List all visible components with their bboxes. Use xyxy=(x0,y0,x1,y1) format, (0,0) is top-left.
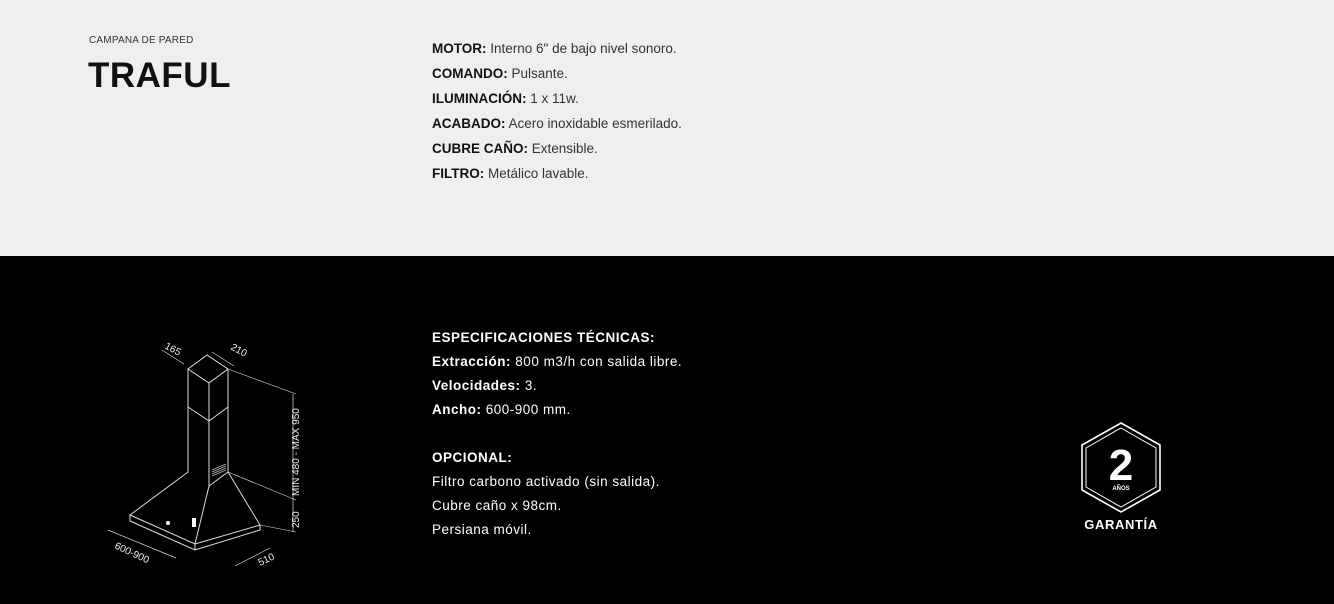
feature-value: Metálico lavable. xyxy=(488,166,589,181)
spec-extraccion: Extracción: 800 m3/h con salida libre. xyxy=(432,353,682,377)
feature-value: Pulsante. xyxy=(511,66,568,81)
product-header-section: CAMPANA DE PARED TRAFUL MOTOR: Interno 6… xyxy=(0,0,1334,256)
dimension-label-600-900: 600-900 xyxy=(113,541,151,567)
feature-cubre-cano: CUBRE CAÑO: Extensible. xyxy=(432,140,682,165)
product-title: TRAFUL xyxy=(88,56,231,95)
warranty-label: GARANTÍA xyxy=(1084,517,1158,532)
control-button xyxy=(166,521,170,525)
canopy-edge xyxy=(194,485,210,545)
dimension-label-210: 210 xyxy=(229,342,249,360)
spec-label: Velocidades: xyxy=(432,378,521,393)
vent-grille xyxy=(211,463,227,477)
dimension-label-250: 250 xyxy=(291,511,302,528)
feature-list: MOTOR: Interno 6" de bajo nivel sonoro. … xyxy=(432,40,682,190)
spec-value: 3. xyxy=(524,378,538,393)
feature-label: FILTRO: xyxy=(432,166,485,181)
specifications-block: ESPECIFICACIONES TÉCNICAS: Extracción: 8… xyxy=(432,329,682,545)
feature-label: MOTOR: xyxy=(432,41,487,56)
feature-label: ACABADO: xyxy=(432,116,506,131)
optional-heading: OPCIONAL: xyxy=(432,449,682,473)
product-category: CAMPANA DE PARED xyxy=(89,35,194,46)
canopy-edge xyxy=(129,471,189,516)
optional-item: Cubre caño x 98cm. xyxy=(432,498,562,513)
light-switch xyxy=(192,518,196,527)
dimension-label-510: 510 xyxy=(257,552,277,569)
spec-ancho: Ancho: 600-900 mm. xyxy=(432,401,682,425)
feature-value: Acero inoxidable esmerilado. xyxy=(508,116,682,131)
spec-value: 600-900 mm. xyxy=(485,402,571,417)
warranty-years: 2 xyxy=(1109,441,1133,490)
dimension-label-chimney-height: MIN 480 - MAX 950 xyxy=(291,408,302,496)
feature-value: Extensible. xyxy=(531,141,598,156)
spec-value: 800 m3/h con salida libre. xyxy=(515,354,683,369)
feature-label: COMANDO: xyxy=(432,66,508,81)
feature-motor: MOTOR: Interno 6" de bajo nivel sonoro. xyxy=(432,40,682,65)
feature-value: 1 x 11w. xyxy=(530,91,579,106)
warranty-unit: AÑOS xyxy=(1112,485,1129,492)
spec-label: Ancho: xyxy=(432,402,482,417)
chimney-top-outline xyxy=(187,354,229,384)
optional-heading-text: OPCIONAL: xyxy=(432,450,513,465)
feature-filtro: FILTRO: Metálico lavable. xyxy=(432,165,682,190)
feature-acabado: ACABADO: Acero inoxidable esmerilado. xyxy=(432,115,682,140)
hood-dimension-drawing: 165 210 MIN 480 - MAX 950 250 600-900 51… xyxy=(107,341,302,569)
spec-label: Extracción: xyxy=(432,354,512,369)
spec-velocidades: Velocidades: 3. xyxy=(432,377,682,401)
feature-label: ILUMINACIÓN: xyxy=(432,91,527,106)
feature-value: Interno 6" de bajo nivel sonoro. xyxy=(490,41,677,56)
dimension-label-165: 165 xyxy=(163,341,183,359)
canopy-edge xyxy=(227,471,261,526)
feature-label: CUBRE CAÑO: xyxy=(432,141,528,156)
specs-heading: ESPECIFICACIONES TÉCNICAS: xyxy=(432,329,682,353)
feature-iluminacion: ILUMINACIÓN: 1 x 11w. xyxy=(432,90,682,115)
optional-item: Filtro carbono activado (sin salida). xyxy=(432,474,660,489)
specs-heading-text: ESPECIFICACIONES TÉCNICAS: xyxy=(432,330,656,345)
feature-comando: COMANDO: Pulsante. xyxy=(432,65,682,90)
optional-item: Persiana móvil. xyxy=(432,522,532,537)
